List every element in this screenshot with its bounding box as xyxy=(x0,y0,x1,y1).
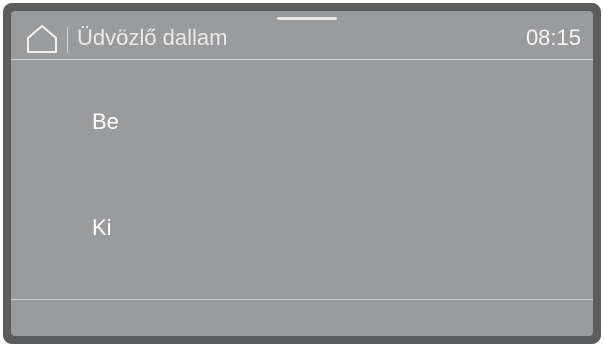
option-on-label: Be xyxy=(92,109,119,134)
option-off-label: Ki xyxy=(92,215,112,240)
home-icon xyxy=(25,23,59,53)
header-divider xyxy=(67,27,68,53)
display-screen: Üdvözlő dallam 08:15 Be Ki xyxy=(11,11,593,336)
option-off[interactable]: Ki xyxy=(11,199,593,259)
home-button[interactable] xyxy=(25,23,59,53)
device-bezel: Üdvözlő dallam 08:15 Be Ki xyxy=(3,3,601,344)
option-on[interactable]: Be xyxy=(11,93,593,153)
clock-time: 08:15 xyxy=(525,25,581,50)
page-title: Üdvözlő dallam xyxy=(77,25,228,50)
header-bar: Üdvözlő dallam 08:15 xyxy=(11,11,593,60)
footer-divider xyxy=(11,299,593,300)
